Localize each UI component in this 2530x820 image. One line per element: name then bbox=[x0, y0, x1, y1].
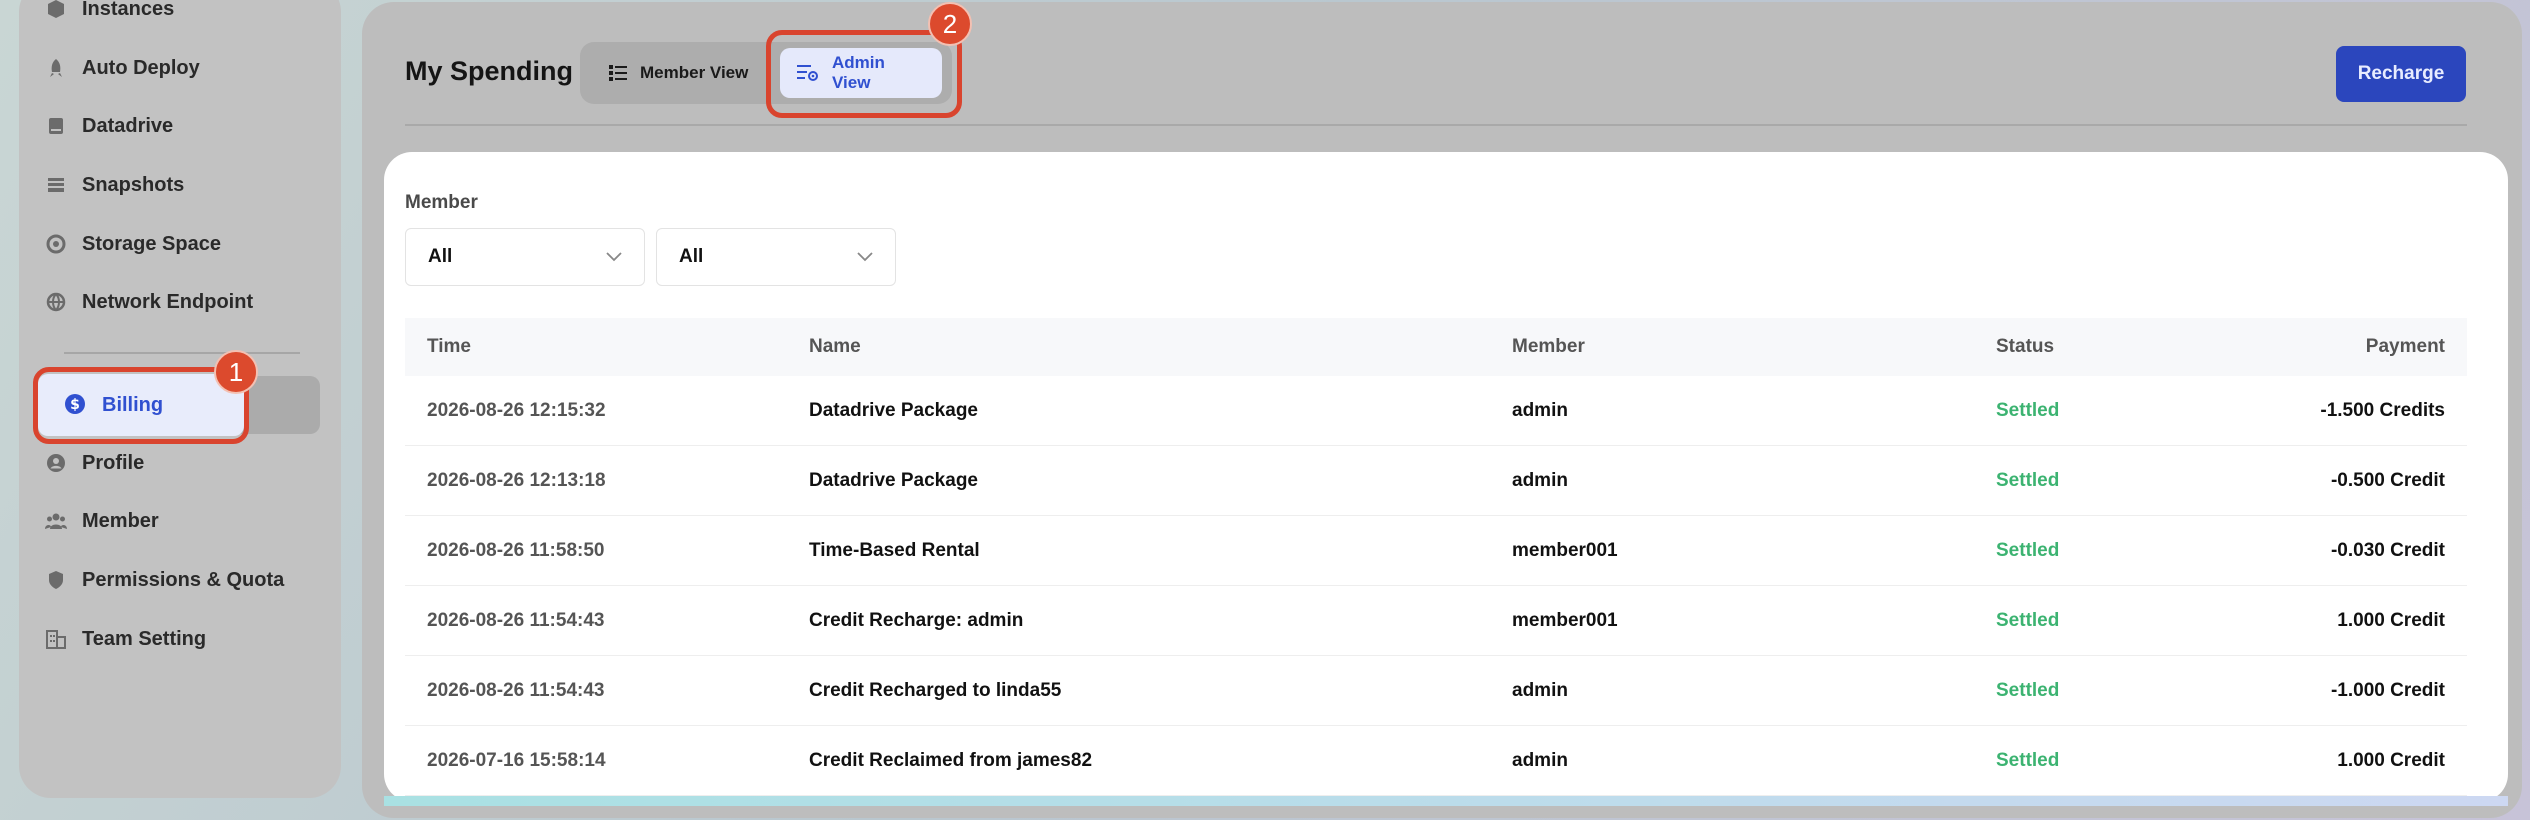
sidebar-item-label: Profile bbox=[82, 451, 145, 474]
spending-table: Time Name Member Status Payment 2026-08-… bbox=[405, 318, 2467, 796]
sidebar-item-datadrive[interactable]: Datadrive bbox=[44, 99, 173, 153]
callout-number-1: 1 bbox=[214, 350, 258, 394]
sidebar-item-label: Datadrive bbox=[82, 114, 174, 137]
member-filter-label: Member bbox=[405, 192, 478, 213]
cell-time: 2026-08-26 12:13:18 bbox=[427, 469, 606, 491]
cell-member: admin bbox=[1512, 399, 1568, 421]
sidebar-item-label: Instances bbox=[82, 0, 175, 20]
sidebar-item-permissions-quota[interactable]: Permissions & Quota bbox=[44, 553, 284, 607]
globe-icon bbox=[44, 290, 68, 314]
cell-payment: -0.030 Credit bbox=[2330, 539, 2445, 561]
sidebar-item-snapshots[interactable]: Snapshots bbox=[44, 158, 184, 212]
user-circle-icon bbox=[44, 451, 68, 475]
sidebar-item-storage-space[interactable]: Storage Space bbox=[44, 217, 221, 271]
table-row[interactable]: 2026-08-26 12:13:18 Datadrive Package ad… bbox=[405, 446, 2467, 516]
sidebar-item-instances[interactable]: Instances bbox=[44, 0, 174, 36]
column-header-member: Member bbox=[1512, 336, 1585, 357]
cell-payment: -1.000 Credit bbox=[2330, 679, 2445, 701]
cell-time: 2026-08-26 12:15:32 bbox=[427, 399, 606, 421]
sidebar-item-label: Auto Deploy bbox=[82, 56, 200, 79]
column-header-payment: Payment bbox=[2365, 336, 2445, 357]
cell-time: 2026-08-26 11:54:43 bbox=[427, 679, 605, 701]
member-view-button[interactable]: Member View bbox=[592, 48, 764, 98]
cell-member: admin bbox=[1512, 749, 1568, 771]
list-icon bbox=[608, 64, 628, 82]
sidebar-item-label: Team Setting bbox=[82, 627, 207, 650]
cell-status: Settled bbox=[1996, 469, 2060, 491]
cell-name: Credit Recharge: admin bbox=[809, 609, 1024, 631]
cell-time: 2026-08-26 11:54:43 bbox=[427, 609, 605, 631]
drive-icon bbox=[44, 114, 68, 138]
sidebar-divider bbox=[64, 352, 300, 354]
cell-name: Time-Based Rental bbox=[809, 539, 980, 561]
table-row[interactable]: 2026-08-26 11:58:50 Time-Based Rental me… bbox=[405, 516, 2467, 586]
cell-member: admin bbox=[1512, 469, 1568, 491]
member-select-value: All bbox=[428, 246, 453, 267]
cell-member: admin bbox=[1512, 679, 1568, 701]
cell-name: Datadrive Package bbox=[809, 469, 978, 491]
sidebar-item-label: Snapshots bbox=[82, 173, 185, 196]
cell-time: 2026-07-16 15:58:14 bbox=[427, 749, 606, 771]
shield-icon bbox=[44, 568, 68, 592]
sidebar-item-profile[interactable]: Profile bbox=[44, 436, 144, 490]
cell-payment: 1.000 Credit bbox=[2337, 609, 2445, 631]
chevron-down-icon bbox=[857, 246, 873, 268]
sidebar-item-label: Network Endpoint bbox=[82, 290, 254, 313]
disk-icon bbox=[44, 232, 68, 256]
panel-bottom-band bbox=[384, 796, 2508, 806]
callout-number-2: 2 bbox=[928, 2, 972, 46]
table-row[interactable]: 2026-08-26 11:54:43 Credit Recharge: adm… bbox=[405, 586, 2467, 656]
users-icon bbox=[44, 509, 68, 533]
sidebar-item-auto-deploy[interactable]: Auto Deploy bbox=[44, 41, 200, 95]
column-header-time: Time bbox=[427, 336, 472, 357]
layers-icon bbox=[44, 173, 68, 197]
cell-name: Credit Reclaimed from james82 bbox=[809, 749, 1093, 771]
sidebar-item-label: Storage Space bbox=[82, 232, 221, 255]
cell-member: member001 bbox=[1512, 609, 1618, 631]
secondary-select-value: All bbox=[679, 246, 704, 267]
header-divider bbox=[405, 124, 2467, 126]
cell-name: Credit Recharged to linda55 bbox=[809, 679, 1062, 701]
cell-status: Settled bbox=[1996, 679, 2060, 701]
table-row[interactable]: 2026-08-26 11:54:43 Credit Recharged to … bbox=[405, 656, 2467, 726]
rocket-icon bbox=[44, 56, 68, 80]
cell-status: Settled bbox=[1996, 749, 2060, 771]
table-header: Time Name Member Status Payment bbox=[405, 318, 2467, 376]
sidebar-item-team-setting[interactable]: Team Setting bbox=[44, 612, 206, 666]
page-title: My Spending bbox=[405, 56, 573, 86]
column-header-status: Status bbox=[1996, 336, 2055, 357]
cell-payment: -1.500 Credits bbox=[2320, 399, 2445, 421]
table-row[interactable]: 2026-08-26 12:15:32 Datadrive Package ad… bbox=[405, 376, 2467, 446]
member-select[interactable]: All bbox=[405, 228, 645, 286]
building-icon bbox=[44, 627, 68, 651]
chevron-down-icon bbox=[606, 246, 622, 268]
sidebar-item-network-endpoint[interactable]: Network Endpoint bbox=[44, 275, 253, 329]
cube-icon bbox=[44, 0, 68, 21]
column-header-name: Name bbox=[809, 336, 861, 357]
secondary-select[interactable]: All bbox=[656, 228, 896, 286]
cell-member: member001 bbox=[1512, 539, 1618, 561]
cell-name: Datadrive Package bbox=[809, 399, 978, 421]
callout-highlight-admin-view bbox=[766, 30, 962, 118]
cell-status: Settled bbox=[1996, 609, 2060, 631]
table-row[interactable]: 2026-07-16 15:58:14 Credit Reclaimed fro… bbox=[405, 726, 2467, 796]
cell-payment: 1.000 Credit bbox=[2337, 749, 2445, 771]
cell-payment: -0.500 Credit bbox=[2330, 469, 2445, 491]
recharge-button[interactable]: Recharge bbox=[2336, 46, 2466, 102]
cell-status: Settled bbox=[1996, 539, 2060, 561]
cell-time: 2026-08-26 11:58:50 bbox=[427, 539, 605, 561]
sidebar-item-label: Permissions & Quota bbox=[82, 568, 285, 591]
member-view-label: Member View bbox=[640, 63, 749, 82]
sidebar-item-label: Member bbox=[82, 509, 159, 532]
sidebar-item-member[interactable]: Member bbox=[44, 494, 159, 548]
cell-status: Settled bbox=[1996, 399, 2060, 421]
